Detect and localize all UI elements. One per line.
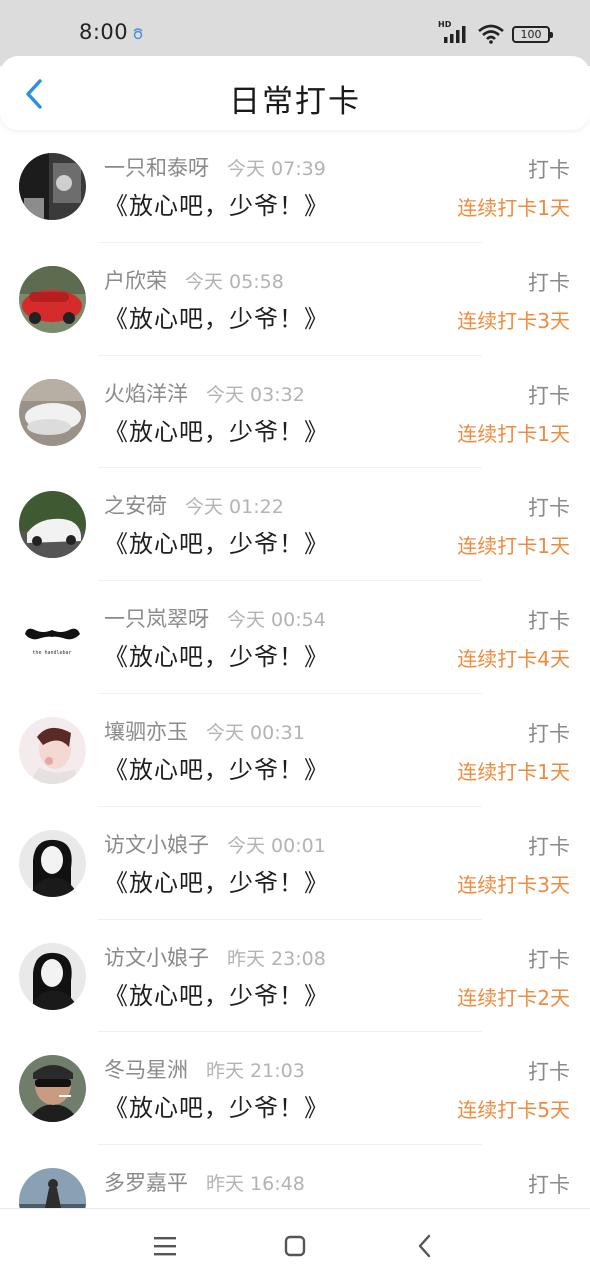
list-item[interactable]: 户欣荣 今天 05:58 《放心吧，少爷！》 打卡 连续打卡3天 <box>0 243 590 356</box>
timestamp: 今天 05:58 <box>185 270 284 293</box>
list-item[interactable]: 多罗嘉平 昨天 16:48 打卡 <box>0 1145 590 1208</box>
action-label: 打卡 <box>528 947 570 972</box>
home-square-icon <box>284 1235 306 1257</box>
timestamp: 今天 00:31 <box>206 721 305 744</box>
action-label: 打卡 <box>528 270 570 295</box>
username[interactable]: 访文小娘子 <box>104 942 209 972</box>
book-title: 《放心吧，少爷！》 <box>104 304 329 333</box>
back-arrow-icon <box>418 1234 431 1258</box>
home-button[interactable] <box>280 1231 310 1261</box>
streak-label: 连续打卡4天 <box>457 647 570 672</box>
book-title: 《放心吧，少爷！》 <box>104 1094 329 1123</box>
signal-icon: HD <box>438 20 470 44</box>
svg-text:the handlebar: the handlebar <box>32 650 71 656</box>
book-title: 《放心吧，少爷！》 <box>104 981 329 1010</box>
status-time: 8:00 <box>79 20 129 44</box>
book-title: 《放心吧，少爷！》 <box>104 530 329 559</box>
list-item[interactable]: 之安荷 今天 01:22 《放心吧，少爷！》 打卡 连续打卡1天 <box>0 468 590 582</box>
streak-label: 连续打卡1天 <box>457 534 570 559</box>
list-item[interactable]: 一只和泰呀 今天 07:39 《放心吧，少爷！》 打卡 连续打卡1天 <box>0 130 590 243</box>
checkin-list[interactable]: 一只和泰呀 今天 07:39 《放心吧，少爷！》 打卡 连续打卡1天 户欣荣 今… <box>0 130 590 1208</box>
menu-button[interactable] <box>150 1231 180 1261</box>
streak-label: 连续打卡1天 <box>457 759 570 784</box>
streak-label: 连续打卡2天 <box>457 985 570 1010</box>
battery-icon: 100 <box>512 25 553 43</box>
action-label: 打卡 <box>528 721 570 746</box>
back-nav-button[interactable] <box>410 1231 440 1261</box>
streak-label: 连续打卡1天 <box>457 196 570 220</box>
avatar[interactable] <box>19 829 86 897</box>
book-title: 《放心吧，少爷！》 <box>104 417 329 446</box>
timestamp: 今天 00:01 <box>227 834 326 857</box>
username[interactable]: 访文小娘子 <box>104 829 209 859</box>
avatar[interactable]: the handlebar <box>19 604 86 672</box>
username[interactable]: 冬马星洲 <box>104 1054 188 1084</box>
action-label: 打卡 <box>528 496 570 521</box>
action-label: 打卡 <box>528 1173 570 1198</box>
page-title: 日常打卡 <box>229 84 361 120</box>
username[interactable]: 户欣荣 <box>104 265 167 295</box>
action-label: 打卡 <box>528 383 570 408</box>
book-title: 《放心吧，少爷！》 <box>104 192 329 220</box>
streak-label: 连续打卡3天 <box>457 308 570 333</box>
action-label: 打卡 <box>528 609 570 634</box>
book-title: 《放心吧，少爷！》 <box>104 868 329 897</box>
wifi-icon <box>478 24 504 44</box>
timestamp: 今天 03:32 <box>206 383 305 406</box>
avatar[interactable] <box>19 1168 86 1208</box>
list-item[interactable]: 访文小娘子 今天 00:01 《放心吧，少爷！》 打卡 连续打卡3天 <box>0 807 590 920</box>
book-title: 《放心吧，少爷！》 <box>104 755 329 784</box>
header: 日常打卡 <box>0 56 590 130</box>
list-item[interactable]: 火焰洋洋 今天 03:32 《放心吧，少爷！》 打卡 连续打卡1天 <box>0 356 590 469</box>
list-item[interactable]: 冬马星洲 昨天 21:03 《放心吧，少爷！》 打卡 连续打卡5天 <box>0 1032 590 1146</box>
avatar[interactable] <box>19 265 86 333</box>
avatar[interactable] <box>19 716 86 784</box>
timestamp: 昨天 23:08 <box>227 947 326 970</box>
username[interactable]: 一只和泰呀 <box>104 152 209 182</box>
timestamp: 昨天 16:48 <box>206 1173 305 1196</box>
notification-icon <box>133 28 143 40</box>
avatar[interactable] <box>19 942 86 1010</box>
username[interactable]: 之安荷 <box>104 490 167 520</box>
avatar[interactable] <box>19 491 86 559</box>
username[interactable]: 壤驷亦玉 <box>104 716 188 746</box>
list-item[interactable]: the handlebar 一只岚翠呀 今天 00:54 《放心吧，少爷！》 打… <box>0 581 590 694</box>
action-label: 打卡 <box>528 158 570 182</box>
avatar[interactable] <box>19 153 86 220</box>
streak-label: 连续打卡5天 <box>457 1098 570 1123</box>
book-title: 《放心吧，少爷！》 <box>104 643 329 672</box>
status-icons: HD 100 <box>438 20 553 46</box>
avatar[interactable] <box>19 1055 86 1123</box>
timestamp: 今天 00:54 <box>227 609 326 632</box>
username[interactable]: 火焰洋洋 <box>104 378 188 408</box>
list-item[interactable]: 壤驷亦玉 今天 00:31 《放心吧，少爷！》 打卡 连续打卡1天 <box>0 694 590 807</box>
menu-icon <box>154 1237 176 1256</box>
timestamp: 今天 01:22 <box>185 496 284 519</box>
list-item[interactable]: 访文小娘子 昨天 23:08 《放心吧，少爷！》 打卡 连续打卡2天 <box>0 920 590 1033</box>
system-nav-bar <box>0 1208 590 1280</box>
network-label: HD <box>438 20 452 29</box>
timestamp: 昨天 21:03 <box>206 1060 305 1083</box>
streak-label: 连续打卡3天 <box>457 872 570 897</box>
username[interactable]: 多罗嘉平 <box>104 1167 188 1197</box>
streak-label: 连续打卡1天 <box>457 421 570 446</box>
action-label: 打卡 <box>528 834 570 859</box>
username[interactable]: 一只岚翠呀 <box>104 603 209 633</box>
action-label: 打卡 <box>528 1060 570 1085</box>
avatar[interactable] <box>19 378 86 446</box>
timestamp: 今天 07:39 <box>227 158 326 180</box>
